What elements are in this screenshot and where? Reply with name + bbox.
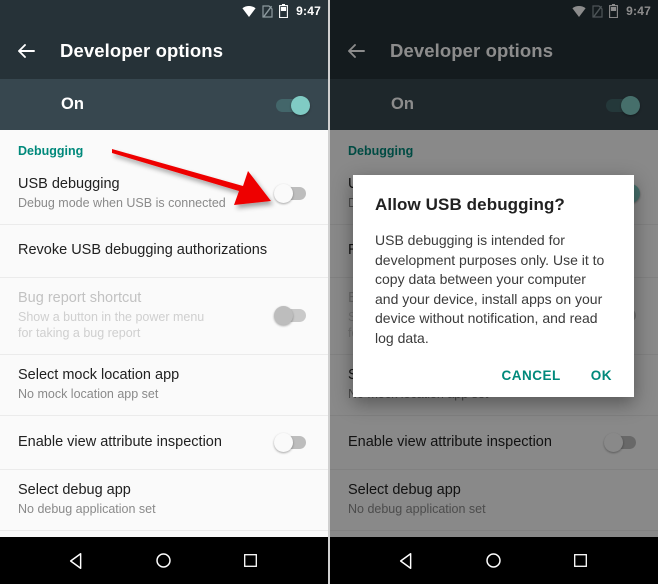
phone-screen-right: 9:47 Developer options On Debugging USB … (329, 0, 658, 584)
wifi-icon (242, 5, 256, 17)
switch-thumb (274, 433, 293, 452)
switch-thumb (274, 184, 293, 203)
list-item-select-debug-app[interactable]: Select debug app No debug application se… (0, 470, 328, 531)
switch-thumb (274, 306, 293, 325)
list-item-title: Bug report shortcut (18, 290, 142, 306)
nav-bar-right (330, 537, 658, 584)
screenshot-root: 9:47 Developer options On Debugging USB … (0, 0, 658, 584)
master-toggle-switch[interactable] (274, 94, 310, 116)
list-item-revoke-usb-auth[interactable]: Revoke USB debugging authorizations (0, 225, 328, 278)
list-item-bug-report-shortcut: Bug report shortcut Show a button in the… (0, 278, 328, 355)
list-item-subtitle: No debug application set (18, 502, 156, 516)
status-bar-icons: 9:47 (242, 4, 321, 19)
nav-home-circle-icon[interactable] (483, 550, 505, 572)
allow-usb-debugging-dialog: Allow USB debugging? USB debugging is in… (353, 175, 634, 397)
status-bar-clock: 9:47 (296, 4, 321, 18)
list-item-title: Revoke USB debugging authorizations (18, 242, 268, 258)
nav-back-triangle-icon[interactable] (66, 550, 88, 572)
nav-recents-square-icon[interactable] (240, 550, 262, 572)
list-item-title: Select mock location app (18, 367, 180, 383)
nav-bar-left (0, 537, 328, 584)
nav-back-triangle-icon[interactable] (396, 550, 418, 572)
list-item-text: Revoke USB debugging authorizations (18, 241, 267, 260)
usb-debugging-toggle[interactable] (274, 182, 310, 204)
list-item-title: Enable view attribute inspection (18, 433, 222, 450)
dialog-title: Allow USB debugging? (375, 195, 565, 214)
cancel-button[interactable]: CANCEL (502, 368, 561, 383)
list-item-title: USB debugging (18, 176, 120, 192)
list-item-text: Select debug app No debug application se… (18, 481, 156, 517)
bug-report-shortcut-toggle (274, 304, 310, 326)
switch-thumb (291, 95, 310, 115)
list-item-subtitle: Show a button in the power menu for taki… (18, 310, 205, 340)
list-item-enable-view-attribute-inspection[interactable]: Enable view attribute inspection (0, 416, 328, 470)
list-item-text: Enable view attribute inspection (18, 433, 222, 452)
phone-screen-left: 9:47 Developer options On Debugging USB … (0, 0, 329, 584)
dialog-actions: CANCEL OK (375, 368, 612, 387)
status-bar-left: 9:47 (0, 0, 328, 22)
list-item-subtitle: No mock location app set (18, 387, 159, 401)
master-switch-label: On (61, 95, 84, 113)
dialog-message: USB debugging is intended for developmen… (375, 232, 605, 346)
back-arrow-icon[interactable] (14, 39, 38, 63)
settings-list-left: Debugging USB debugging Debug mode when … (0, 130, 328, 537)
master-switch-row[interactable]: On (0, 79, 328, 130)
no-sim-icon (262, 4, 273, 18)
list-item-title: Select debug app (18, 482, 131, 498)
view-attribute-inspection-toggle[interactable] (274, 431, 310, 453)
list-item-text: Select mock location app No mock locatio… (18, 366, 179, 402)
battery-icon (279, 4, 289, 19)
nav-recents-square-icon[interactable] (570, 550, 592, 572)
page-title: Developer options (60, 39, 224, 61)
list-item-text: USB debugging Debug mode when USB is con… (18, 175, 226, 211)
section-header-debugging: Debugging (18, 144, 84, 158)
list-item-select-mock-location-app[interactable]: Select mock location app No mock locatio… (0, 355, 328, 416)
list-item-subtitle: Debug mode when USB is connected (18, 196, 226, 210)
ok-button[interactable]: OK (591, 368, 612, 383)
list-item-text: Bug report shortcut Show a button in the… (18, 289, 218, 341)
action-bar-left: Developer options (0, 22, 328, 79)
nav-home-circle-icon[interactable] (153, 550, 175, 572)
list-item-usb-debugging[interactable]: USB debugging Debug mode when USB is con… (0, 164, 328, 225)
